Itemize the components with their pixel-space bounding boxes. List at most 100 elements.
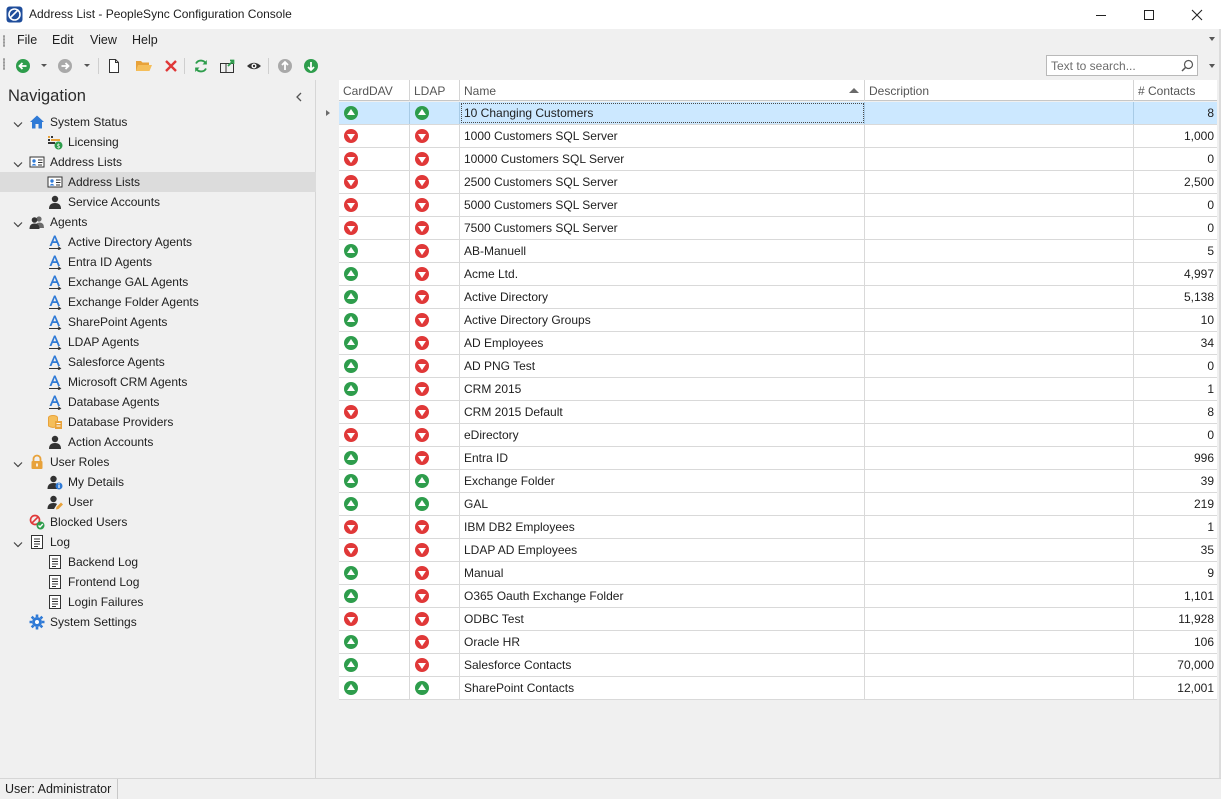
name-cell[interactable]: CRM 2015 [460,378,865,400]
ldap-cell[interactable] [410,493,460,515]
description-cell[interactable] [865,585,1134,607]
ldap-cell[interactable] [410,125,460,147]
table-row[interactable]: 5000 Customers SQL Server 0 [339,194,1217,217]
menu-grip[interactable] [3,35,5,47]
ldap-cell[interactable] [410,424,460,446]
name-cell[interactable]: Acme Ltd. [460,263,865,285]
nav-item-entra-id-agents[interactable]: Entra ID Agents [0,252,316,272]
table-row[interactable]: Oracle HR 106 [339,631,1217,654]
carddav-cell[interactable] [339,447,410,469]
contacts-cell[interactable]: 11,928 [1134,608,1217,630]
table-row[interactable]: Entra ID 996 [339,447,1217,470]
ldap-cell[interactable] [410,240,460,262]
ldap-cell[interactable] [410,608,460,630]
nav-item-my-details[interactable]: My Details [0,472,316,492]
carddav-cell[interactable] [339,470,410,492]
name-cell[interactable]: LDAP AD Employees [460,539,865,561]
forward-dropdown-arrow[interactable] [84,64,90,67]
table-row[interactable]: CRM 2015 1 [339,378,1217,401]
nav-item-login-failures[interactable]: Login Failures [0,592,316,612]
nav-item-agents[interactable]: Agents [0,212,316,232]
name-cell[interactable]: AD Employees [460,332,865,354]
description-cell[interactable] [865,125,1134,147]
back-dropdown-arrow[interactable] [41,64,47,67]
ldap-cell[interactable] [410,217,460,239]
nav-item-address-lists[interactable]: Address Lists [0,172,316,192]
carddav-cell[interactable] [339,608,410,630]
carddav-cell[interactable] [339,309,410,331]
name-cell[interactable]: Salesforce Contacts [460,654,865,676]
carddav-cell[interactable] [339,194,410,216]
ldap-cell[interactable] [410,447,460,469]
description-cell[interactable] [865,470,1134,492]
carddav-cell[interactable] [339,240,410,262]
ldap-cell[interactable] [410,401,460,423]
delete-button[interactable] [162,57,180,75]
nav-item-salesforce-agents[interactable]: Salesforce Agents [0,352,316,372]
description-cell[interactable] [865,562,1134,584]
name-cell[interactable]: O365 Oauth Exchange Folder [460,585,865,607]
table-row[interactable]: ODBC Test 11,928 [339,608,1217,631]
description-cell[interactable] [865,401,1134,423]
table-row[interactable]: O365 Oauth Exchange Folder 1,101 [339,585,1217,608]
description-cell[interactable] [865,309,1134,331]
new-button[interactable] [105,57,123,75]
table-row[interactable]: Salesforce Contacts 70,000 [339,654,1217,677]
carddav-cell[interactable] [339,654,410,676]
ldap-cell[interactable] [410,309,460,331]
table-row[interactable]: Acme Ltd. 4,997 [339,263,1217,286]
carddav-cell[interactable] [339,171,410,193]
carddav-cell[interactable] [339,516,410,538]
contacts-cell[interactable]: 35 [1134,539,1217,561]
table-row[interactable]: IBM DB2 Employees 1 [339,516,1217,539]
carddav-cell[interactable] [339,217,410,239]
menu-help[interactable]: Help [132,33,158,47]
carddav-cell[interactable] [339,562,410,584]
name-cell[interactable]: Exchange Folder [460,470,865,492]
table-row[interactable]: LDAP AD Employees 35 [339,539,1217,562]
name-cell[interactable]: CRM 2015 Default [460,401,865,423]
move-down-button[interactable] [302,57,320,75]
table-row[interactable]: eDirectory 0 [339,424,1217,447]
table-row[interactable]: AD PNG Test 0 [339,355,1217,378]
contacts-cell[interactable]: 106 [1134,631,1217,653]
table-row[interactable]: GAL 219 [339,493,1217,516]
contacts-cell[interactable]: 5,138 [1134,286,1217,308]
carddav-cell[interactable] [339,332,410,354]
description-cell[interactable] [865,240,1134,262]
carddav-cell[interactable] [339,631,410,653]
contacts-cell[interactable]: 219 [1134,493,1217,515]
table-row[interactable]: CRM 2015 Default 8 [339,401,1217,424]
description-cell[interactable] [865,217,1134,239]
refresh-button[interactable] [192,57,210,75]
description-cell[interactable] [865,332,1134,354]
toolbar-overflow-icon[interactable] [1209,64,1215,68]
description-cell[interactable] [865,424,1134,446]
contacts-cell[interactable]: 0 [1134,194,1217,216]
nav-item-user-roles[interactable]: User Roles [0,452,316,472]
name-cell[interactable]: GAL [460,493,865,515]
table-row[interactable]: 1000 Customers SQL Server 1,000 [339,125,1217,148]
description-cell[interactable] [865,677,1134,699]
contacts-cell[interactable]: 0 [1134,355,1217,377]
name-cell[interactable]: AB-Manuell [460,240,865,262]
ldap-cell[interactable] [410,171,460,193]
name-cell[interactable]: Oracle HR [460,631,865,653]
ldap-cell[interactable] [410,516,460,538]
description-cell[interactable] [865,539,1134,561]
description-cell[interactable] [865,355,1134,377]
menu-edit[interactable]: Edit [52,33,74,47]
column-header-name[interactable]: Name [460,80,865,101]
chevron-down-icon[interactable] [13,538,23,548]
nav-item-backend-log[interactable]: Backend Log [0,552,316,572]
table-row[interactable]: Exchange Folder 39 [339,470,1217,493]
name-cell[interactable]: Manual [460,562,865,584]
maximize-button[interactable] [1126,0,1172,29]
name-cell[interactable]: IBM DB2 Employees [460,516,865,538]
ldap-cell[interactable] [410,585,460,607]
carddav-cell[interactable] [339,378,410,400]
nav-item-system-status[interactable]: System Status [0,112,316,132]
nav-item-licensing[interactable]: $ Licensing [0,132,316,152]
table-row[interactable]: Active Directory 5,138 [339,286,1217,309]
ldap-cell[interactable] [410,194,460,216]
